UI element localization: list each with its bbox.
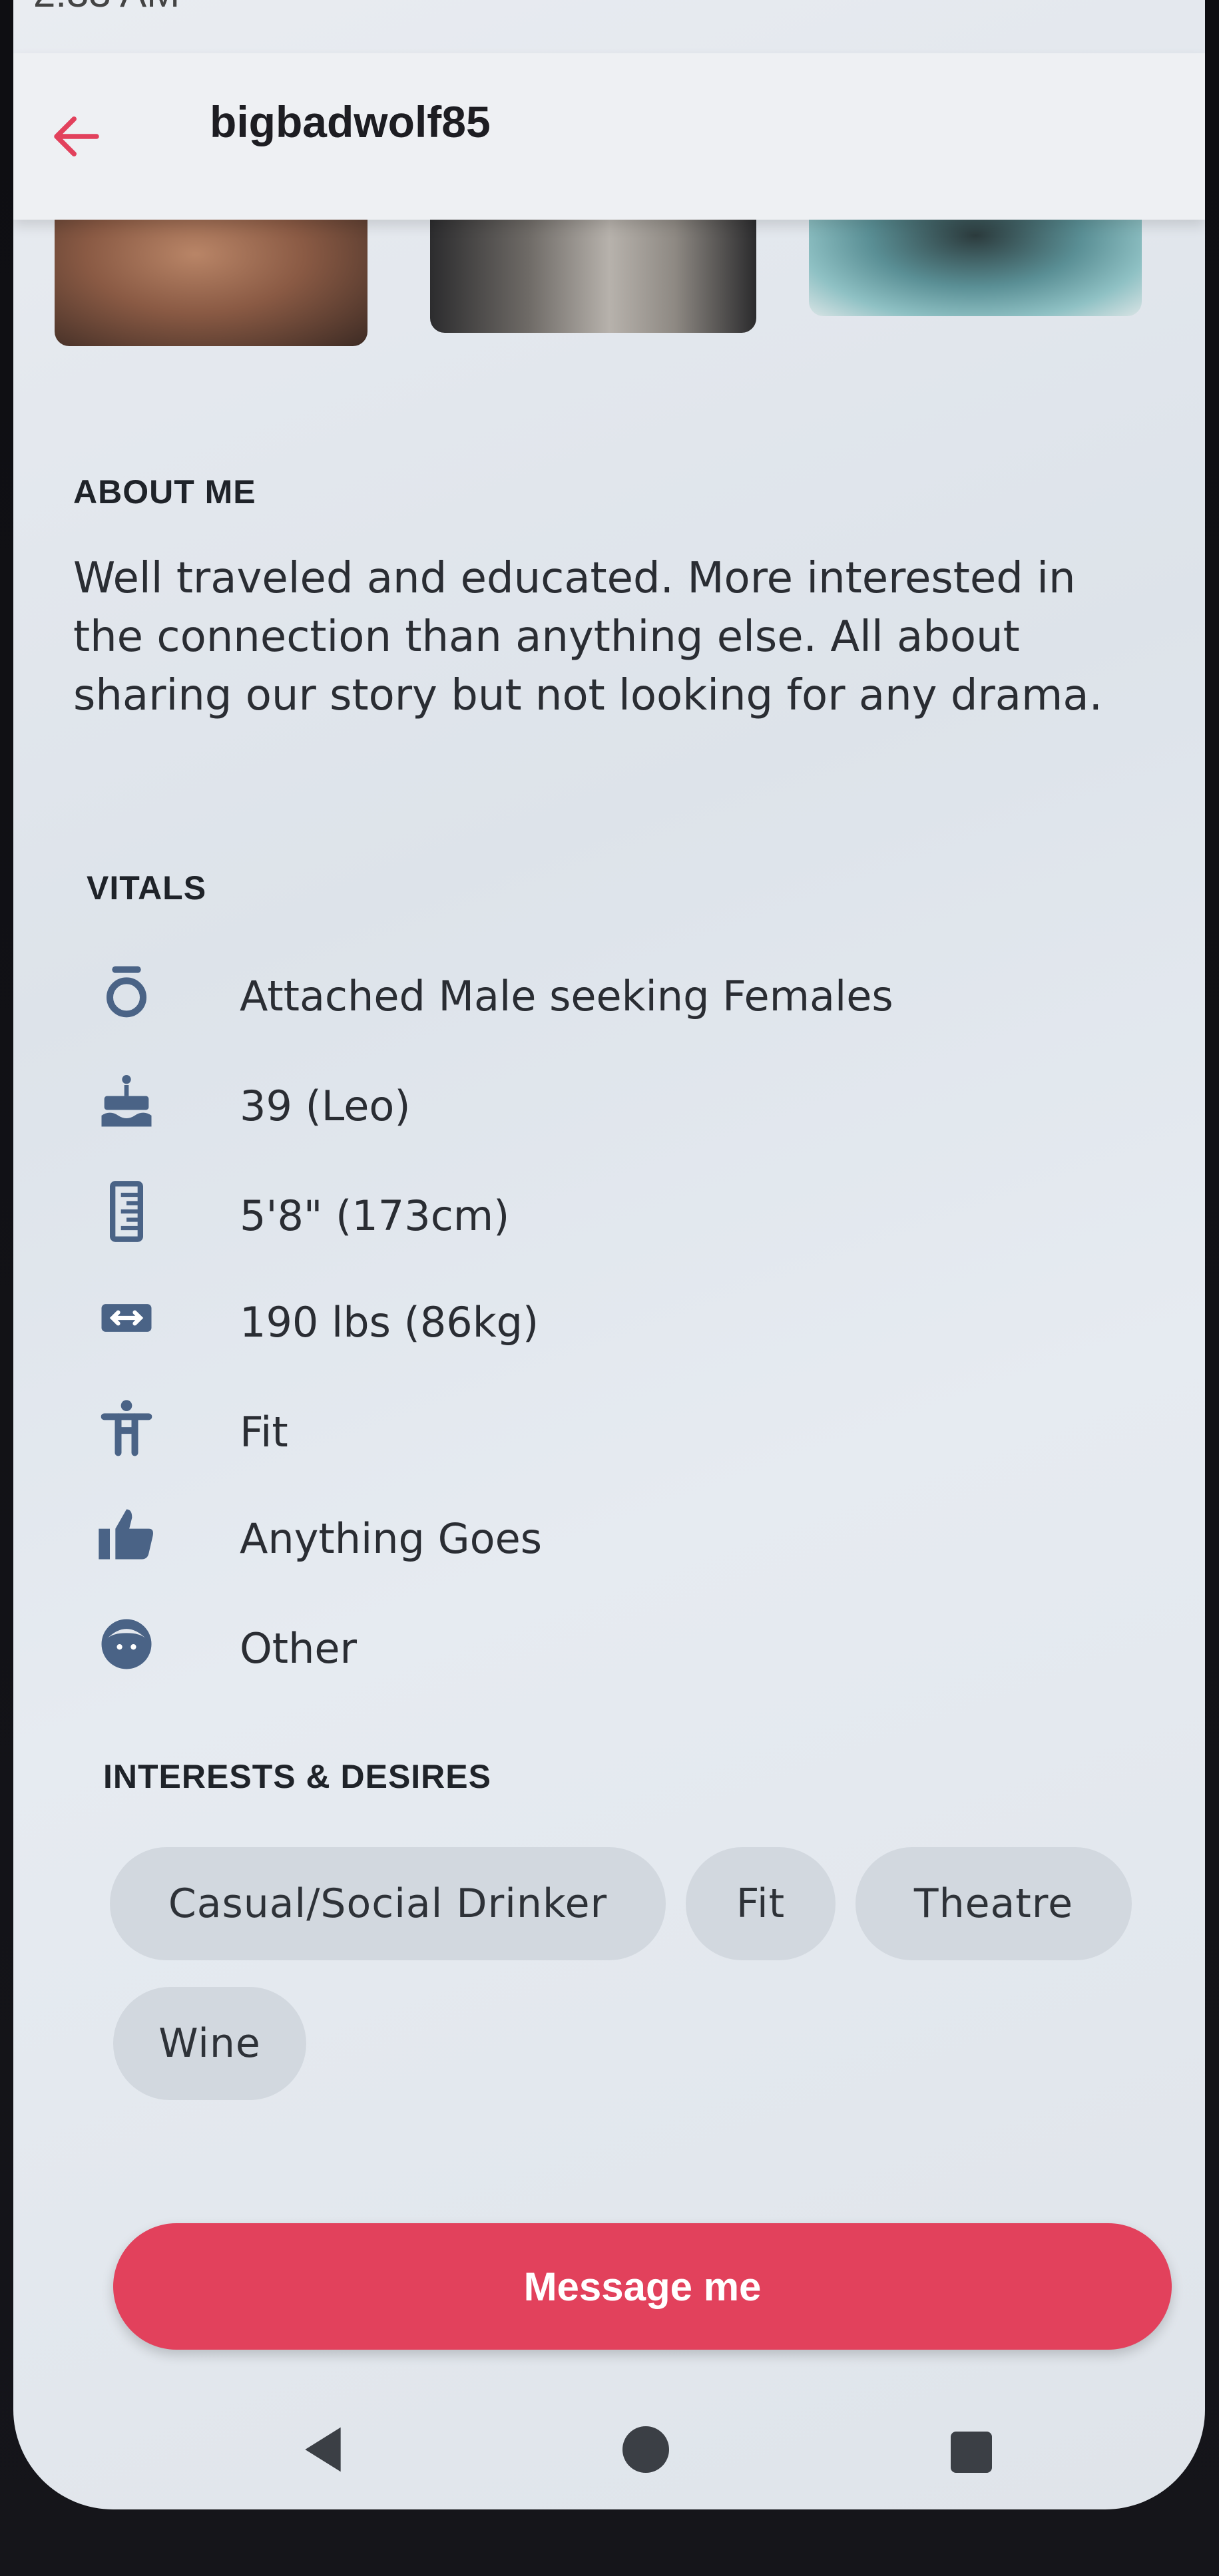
- vital-label: 190 lbs (86kg): [240, 1298, 539, 1347]
- status-time: 2:33 AM: [33, 0, 180, 16]
- interests-section-title: INTERESTS & DESIRES: [103, 1758, 491, 1795]
- vital-row-orientation: Attached Male seeking Females: [93, 959, 1092, 1032]
- about-text: Well traveled and educated. More interes…: [73, 554, 1102, 720]
- ruler-icon: [110, 1181, 143, 1242]
- vital-label: Attached Male seeking Females: [240, 972, 893, 1020]
- vital-row-body-type: Fit: [93, 1395, 1092, 1468]
- message-me-button[interactable]: Message me: [113, 2223, 1172, 2350]
- vital-label: Fit: [240, 1408, 288, 1456]
- interest-chip[interactable]: Casual/Social Drinker: [110, 1847, 666, 1960]
- vital-row-age: 39 (Leo): [93, 1068, 1092, 1142]
- interest-chip[interactable]: Wine: [113, 1987, 306, 2100]
- vital-label: 39 (Leo): [240, 1082, 411, 1130]
- thumbs-up-icon: [99, 1509, 153, 1560]
- nav-back-icon[interactable]: [300, 2423, 346, 2476]
- vital-row-height: 5'8" (173cm): [93, 1178, 1092, 1251]
- vital-row-other: Other: [93, 1611, 1092, 1684]
- phone-frame: 2:33 AM bigbadwolf85 ABOUT ME Well trave…: [0, 0, 1219, 2576]
- gender-icon: [107, 966, 146, 1018]
- interest-chip[interactable]: Theatre: [855, 1847, 1132, 1960]
- interest-chip[interactable]: Fit: [686, 1847, 836, 1960]
- profile-username: bigbadwolf85: [210, 97, 491, 146]
- vital-label: Other: [240, 1624, 358, 1673]
- app-screen: 2:33 AM bigbadwolf85 ABOUT ME Well trave…: [13, 0, 1205, 2509]
- system-nav-bar: [13, 2396, 1205, 2509]
- weight-scale-icon: [101, 1304, 152, 1332]
- top-app-bar: bigbadwolf85: [13, 53, 1205, 220]
- vital-label: 5'8" (173cm): [240, 1191, 510, 1240]
- vital-row-preference: Anything Goes: [93, 1501, 1092, 1574]
- vital-row-weight: 190 lbs (86kg): [93, 1285, 1092, 1358]
- birthday-cake-icon: [101, 1075, 152, 1127]
- arrow-left-icon[interactable]: [47, 107, 107, 166]
- vital-label: Anything Goes: [240, 1514, 543, 1563]
- face-icon: [101, 1619, 152, 1669]
- nav-home-icon[interactable]: [622, 2426, 669, 2473]
- about-section-title: ABOUT ME: [73, 473, 256, 511]
- body-type-icon: [101, 1400, 152, 1456]
- nav-recents-icon[interactable]: [951, 2432, 992, 2473]
- vitals-section-title: VITALS: [87, 869, 207, 907]
